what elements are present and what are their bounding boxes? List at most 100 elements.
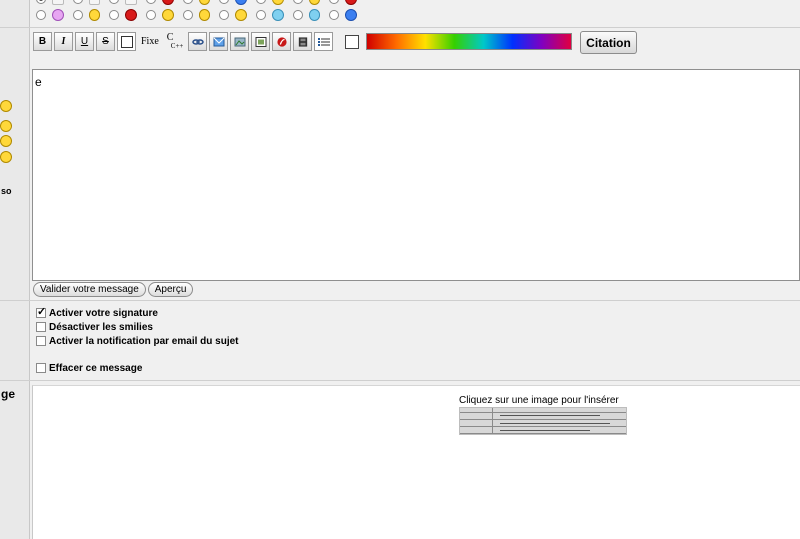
smiley-radio[interactable] xyxy=(109,10,120,20)
color-preview-box[interactable] xyxy=(345,34,360,49)
bold-button[interactable]: B xyxy=(33,32,52,51)
smiley-icon xyxy=(345,9,358,21)
list-icon xyxy=(317,37,330,46)
option-signature[interactable]: Activer votre signature xyxy=(36,305,239,320)
smiley-icon xyxy=(271,9,284,21)
image-link-button[interactable] xyxy=(230,32,250,51)
smiley-radio[interactable] xyxy=(36,10,46,20)
flash-icon xyxy=(277,36,287,47)
preview-button[interactable]: Aperçu xyxy=(147,282,194,297)
smiley-radio[interactable] xyxy=(219,0,230,4)
smiley-icon xyxy=(235,0,248,5)
thumbnail-line xyxy=(500,415,600,416)
smiley-radio[interactable] xyxy=(329,0,340,4)
smiley-icon xyxy=(198,0,211,5)
smiley-icon[interactable] xyxy=(0,135,12,147)
option-notify[interactable]: Activer la notification par email du suj… xyxy=(36,334,239,348)
left-label-fragment: so xyxy=(1,186,12,196)
disable-smilies-checkbox[interactable] xyxy=(36,322,46,332)
thumbnail-line xyxy=(460,412,626,413)
smiley-icon xyxy=(125,9,138,21)
thumbnail-line xyxy=(460,433,626,434)
smiley-icon xyxy=(51,9,64,21)
smiley-radio[interactable] xyxy=(256,0,266,4)
cpp-code-button[interactable]: C C++ xyxy=(164,32,187,51)
row-divider xyxy=(0,380,800,381)
smiley-icon xyxy=(198,9,211,21)
row-divider xyxy=(0,300,800,301)
options-panel: Activer votre signature Désactiver les s… xyxy=(36,305,239,375)
thumbnail-line xyxy=(460,419,626,420)
link-button[interactable] xyxy=(188,32,208,51)
smiley-radio[interactable] xyxy=(292,0,303,4)
smiley-radio[interactable] xyxy=(219,10,230,20)
smiley-icon[interactable] xyxy=(0,100,12,112)
underline-button[interactable]: U xyxy=(75,32,94,51)
smiley-radio[interactable] xyxy=(72,10,83,20)
option-disable-smilies[interactable]: Désactiver les smilies xyxy=(36,320,239,334)
thumbnail-line xyxy=(460,426,626,427)
picture-icon xyxy=(255,36,267,47)
smiley-radio[interactable] xyxy=(329,10,340,20)
fixed-font-button[interactable]: Fixe xyxy=(138,32,162,51)
strikethrough-button[interactable]: S xyxy=(96,32,115,51)
submit-button-row: Valider votre message Aperçu xyxy=(33,282,195,297)
submit-button[interactable]: Valider votre message xyxy=(33,282,146,297)
row-divider xyxy=(0,27,800,28)
signature-checkbox[interactable] xyxy=(36,305,46,318)
square-icon xyxy=(120,35,133,48)
left-label-fragment: ge xyxy=(1,387,16,401)
option-delete[interactable]: Effacer ce message xyxy=(36,361,239,375)
smiley-radio[interactable] xyxy=(256,10,266,20)
flash-button[interactable] xyxy=(272,32,292,51)
cpp-label: C xyxy=(166,31,174,43)
image-insert-panel: Cliquez sur une image pour l'insérer xyxy=(32,385,800,539)
smiley-radio[interactable] xyxy=(72,0,83,4)
smiley-icon xyxy=(308,0,321,5)
video-button[interactable] xyxy=(293,32,313,51)
list-button[interactable] xyxy=(314,32,334,51)
thumbnail-line xyxy=(500,430,590,431)
smiley-radio[interactable] xyxy=(109,0,120,4)
picture-button[interactable] xyxy=(251,32,271,51)
smiley-icon xyxy=(345,0,358,5)
thumbnail-line xyxy=(500,423,610,424)
smiley-icon[interactable] xyxy=(0,120,12,132)
film-icon xyxy=(298,36,308,47)
smiley-icon xyxy=(308,9,321,21)
color-spectrum-picker[interactable] xyxy=(366,33,573,50)
smiley-row xyxy=(36,0,366,6)
smiley-icon xyxy=(161,9,174,21)
smiley-row xyxy=(36,8,366,22)
frame-button[interactable] xyxy=(117,32,136,51)
link-icon xyxy=(192,38,204,45)
formatting-toolbar: B I U S Fixe C C++ xyxy=(33,32,573,51)
image-thumbnail[interactable] xyxy=(459,407,627,435)
smiley-radio[interactable] xyxy=(182,0,193,4)
message-textarea[interactable]: e xyxy=(32,69,800,281)
quote-button[interactable]: Citation xyxy=(580,31,637,54)
thumbnail-line xyxy=(492,408,493,434)
smiley-radio[interactable] xyxy=(292,10,303,20)
smiley-icon xyxy=(125,0,138,5)
left-label-column: so ge xyxy=(0,0,30,539)
smiley-radio[interactable] xyxy=(36,0,46,4)
smiley-icon xyxy=(271,0,284,5)
smiley-radio[interactable] xyxy=(146,10,156,20)
italic-button[interactable]: I xyxy=(54,32,73,51)
delete-label: Effacer ce message xyxy=(49,362,143,374)
smiley-radio[interactable] xyxy=(182,10,193,20)
smiley-icon xyxy=(161,0,174,5)
delete-checkbox[interactable] xyxy=(36,363,46,373)
smiley-icon xyxy=(88,9,101,21)
smiley-icon[interactable] xyxy=(0,151,12,163)
smiley-radio-strip xyxy=(36,0,366,24)
smiley-icon xyxy=(88,0,101,5)
disable-smilies-label: Désactiver les smilies xyxy=(49,321,153,333)
smiley-icon xyxy=(235,9,248,21)
notify-checkbox[interactable] xyxy=(36,336,46,346)
smiley-radio[interactable] xyxy=(146,0,156,4)
cpp-sublabel: C++ xyxy=(170,41,184,50)
email-button[interactable] xyxy=(209,32,229,51)
image-panel-caption: Cliquez sur une image pour l'insérer xyxy=(459,395,619,406)
